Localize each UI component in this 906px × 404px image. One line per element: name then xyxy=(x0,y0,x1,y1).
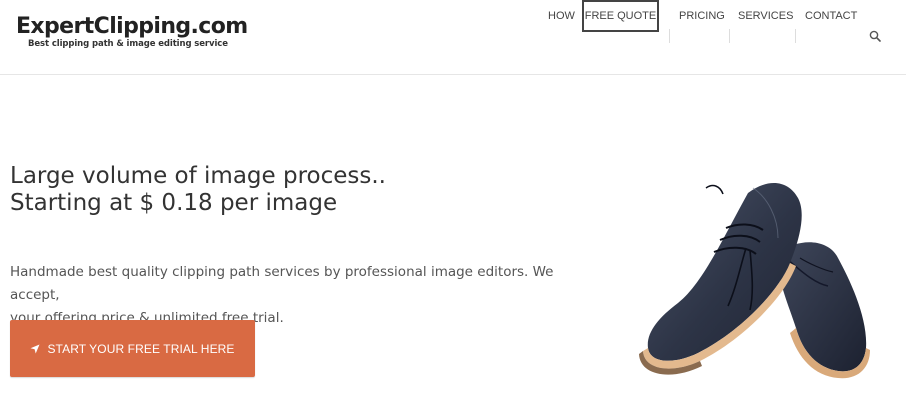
nav-services[interactable]: SERVICES xyxy=(738,0,793,32)
cta-label: START YOUR FREE TRIAL HERE xyxy=(47,341,235,356)
nav-free-quote[interactable]: FREE QUOTE xyxy=(582,0,659,32)
nav-divider xyxy=(795,29,796,43)
hero-headline: Large volume of image process.. Starting… xyxy=(10,163,386,217)
start-free-trial-button[interactable]: START YOUR FREE TRIAL HERE xyxy=(10,320,255,377)
location-arrow-icon xyxy=(30,344,40,353)
nav-how[interactable]: HOW xyxy=(548,0,575,32)
site-logo[interactable]: ExpertClipping.com Best clipping path & … xyxy=(16,14,248,49)
nav-divider xyxy=(669,29,670,43)
logo-title: ExpertClipping.com xyxy=(16,14,248,39)
product-shoes-image xyxy=(639,182,870,379)
nav-pricing[interactable]: PRICING xyxy=(679,0,725,32)
logo-tagline: Best clipping path & image editing servi… xyxy=(28,39,228,49)
site-header: ExpertClipping.com Best clipping path & … xyxy=(0,0,906,75)
headline-line-1: Large volume of image process.. xyxy=(10,163,386,189)
nav-divider xyxy=(729,29,730,43)
headline-line-2: Starting at $ 0.18 per image xyxy=(10,190,338,216)
search-icon[interactable] xyxy=(869,30,881,42)
nav-contact[interactable]: CONTACT xyxy=(805,0,857,32)
description-line-1: Handmade best quality clipping path serv… xyxy=(10,264,554,303)
